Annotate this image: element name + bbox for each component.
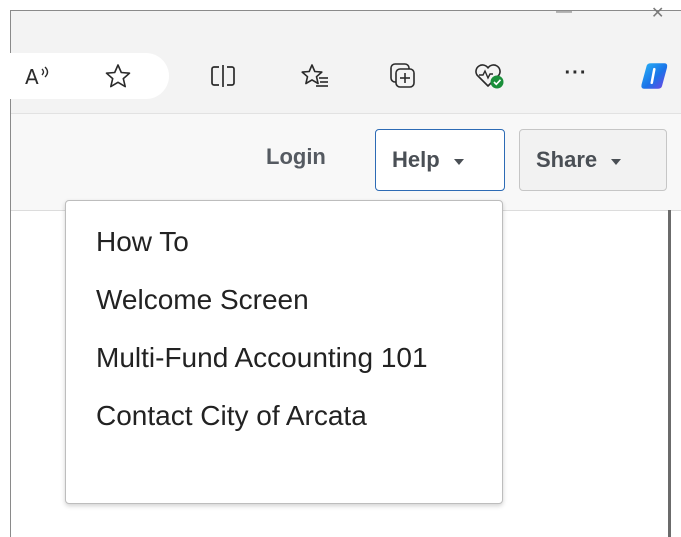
help-button-label: Help [392,147,440,172]
split-screen-icon[interactable] [206,59,240,93]
site-header: Login Help Share [11,114,681,211]
collections-icon[interactable] [386,59,420,93]
caret-down-icon [453,158,464,165]
browser-toolbar: A ··· [9,41,681,114]
copilot-icon[interactable] [639,59,673,93]
title-bar: — ✕ [11,3,681,41]
close-icon[interactable]: ✕ [651,3,664,23]
menu-item-contact-city[interactable]: Contact City of Arcata [66,387,502,445]
help-menu: How To Welcome Screen Multi-Fund Account… [65,200,503,504]
menu-item-welcome-screen[interactable]: Welcome Screen [66,271,502,329]
share-dropdown-button[interactable]: Share [519,129,667,191]
help-dropdown-button[interactable]: Help [375,129,505,191]
menu-item-how-to[interactable]: How To [66,213,502,271]
scrollbar[interactable] [668,210,671,537]
favorite-star-icon[interactable] [101,59,135,93]
restore-icon[interactable]: — [556,3,572,21]
share-button-label: Share [536,147,598,172]
caret-down-icon [611,158,622,165]
login-link[interactable]: Login [266,144,326,170]
more-options-icon[interactable]: ··· [559,59,593,93]
browser-window: — ✕ A ··· Login Help Share How To Welcom… [9,3,681,537]
menu-item-multi-fund-accounting[interactable]: Multi-Fund Accounting 101 [66,329,466,387]
read-aloud-icon[interactable]: A [21,59,55,93]
favorites-list-icon[interactable] [298,59,332,93]
svg-text:A: A [25,65,39,88]
browser-essentials-icon[interactable] [473,59,507,93]
web-page: Login Help Share How To Welcome Screen M… [11,114,681,537]
